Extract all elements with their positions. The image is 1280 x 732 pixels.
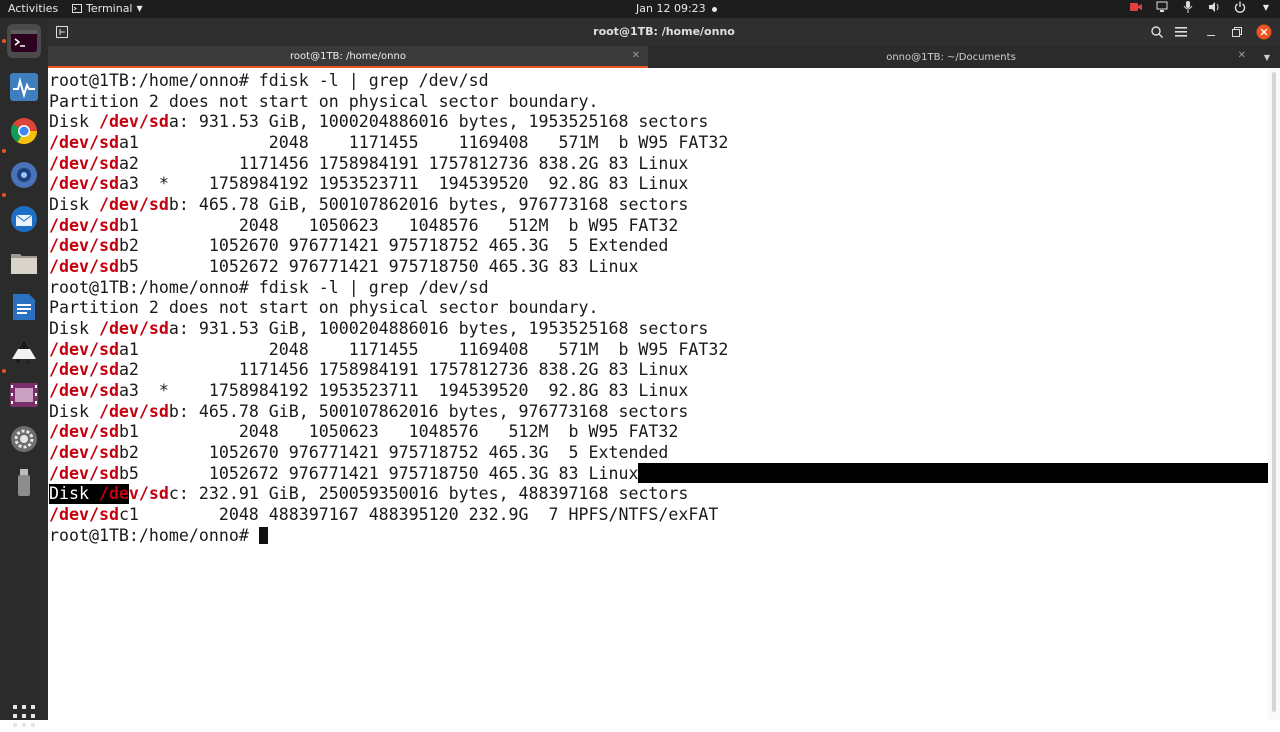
film-recorder-icon (10, 383, 38, 407)
close-icon (1256, 24, 1272, 40)
terminal-line: /dev/sda2 1171456 1758984191 1757812736 … (49, 154, 689, 173)
top-bar: Activities Terminal ▼ Jan 12 09:23 ▼ (0, 0, 1280, 18)
text-cursor (258, 527, 268, 544)
terminal-line: Disk /dev/sda: 931.53 GiB, 1000204886016… (49, 319, 709, 338)
dock-settings[interactable] (7, 422, 41, 456)
dock-libreoffice-writer[interactable] (7, 290, 41, 324)
tab-bar: root@1TB: /home/onno ✕ onno@1TB: ~/Docum… (48, 46, 1280, 68)
terminal-line: Disk /dev/sdb: 465.78 GiB, 500107862016 … (49, 402, 689, 421)
terminal-scrollbar[interactable] (1268, 68, 1280, 720)
clock[interactable]: Jan 12 09:23 (636, 2, 717, 15)
notification-dot-icon (711, 6, 717, 12)
show-applications-button[interactable] (12, 704, 36, 728)
dock-thunderbird[interactable] (7, 202, 41, 236)
terminal-line: Partition 2 does not start on physical s… (49, 298, 599, 317)
clock-label: Jan 12 09:23 (636, 2, 706, 15)
terminal-line: /dev/sdc1 2048 488397167 488395120 232.9… (49, 505, 719, 524)
tab-label: root@1TB: /home/onno (290, 50, 406, 62)
dock-inkscape[interactable] (7, 334, 41, 368)
screen-recorder-icon[interactable] (1130, 1, 1142, 13)
tab-root-home-onno[interactable]: root@1TB: /home/onno ✕ (48, 46, 648, 68)
minimize-button[interactable] (1201, 22, 1221, 42)
window-headerbar: root@1TB: /home/onno (48, 18, 1280, 46)
thunderbird-icon (11, 206, 37, 232)
terminal-line: /dev/sdb5 1052672 976771421 975718750 46… (49, 257, 639, 276)
tab-label: onno@1TB: ~/Documents (886, 51, 1016, 63)
tab-onno-documents[interactable]: onno@1TB: ~/Documents ✕ (648, 46, 1254, 68)
dock (0, 18, 48, 727)
maximize-button[interactable] (1227, 22, 1247, 42)
app-menu[interactable]: Terminal ▼ (72, 2, 143, 15)
network-icon[interactable] (1156, 1, 1168, 13)
dock-files[interactable] (7, 246, 41, 280)
terminal-line: Disk /dev/sda: 931.53 GiB, 1000204886016… (49, 112, 709, 131)
menu-button[interactable] (1171, 22, 1191, 42)
dock-screen-recorder[interactable] (7, 378, 41, 412)
terminal-line: Partition 2 does not start on physical s… (49, 92, 599, 111)
window-title: root@1TB: /home/onno (593, 25, 735, 38)
terminal-small-icon (72, 4, 82, 13)
apps-grid-icon (13, 705, 35, 727)
running-indicator-icon (2, 149, 6, 153)
terminal-line: /dev/sda2 1171456 1758984191 1757812736 … (49, 360, 689, 379)
usb-drive-icon (18, 469, 30, 496)
cheese-webcam-icon (11, 162, 37, 188)
search-icon (1151, 26, 1163, 38)
terminal-line: root@1TB:/home/onno# fdisk -l | grep /de… (49, 278, 489, 297)
terminal-line: /dev/sda3 * 1758984192 1953523711 194539… (49, 174, 689, 193)
terminal-line: /dev/sdb5 1052672 976771421 975718750 46… (49, 464, 639, 483)
chevron-down-icon: ▼ (136, 4, 143, 13)
terminal-line: /dev/sdb2 1052670 976771421 975718752 46… (49, 443, 669, 462)
dock-cheese[interactable] (7, 158, 41, 192)
terminal-line: root@1TB:/home/onno# fdisk -l | grep /de… (49, 71, 489, 90)
volume-icon[interactable] (1208, 1, 1220, 13)
system-menu-chevron-icon[interactable]: ▼ (1260, 1, 1272, 13)
terminal-line: /dev/sdb1 2048 1050623 1048576 512M b W9… (49, 422, 679, 441)
terminal-line: /dev/sdb1 2048 1050623 1048576 512M b W9… (49, 216, 679, 235)
terminal-line: Disk /dev/sdc: 232.91 GiB, 250059350016 … (49, 484, 689, 503)
terminal-line: /dev/sda3 * 1758984192 1953523711 194539… (49, 381, 689, 400)
scrollbar-thumb[interactable] (1272, 72, 1276, 712)
dock-usb-drive[interactable] (7, 466, 41, 500)
terminal-output[interactable]: root@1TB:/home/onno# fdisk -l | grep /de… (48, 68, 1268, 720)
tab-close-icon[interactable]: ✕ (1238, 50, 1246, 61)
restore-icon (1232, 27, 1242, 37)
chevron-down-icon: ▼ (1263, 52, 1271, 62)
terminal-line: /dev/sdb2 1052670 976771421 975718752 46… (49, 236, 669, 255)
system-monitor-icon (10, 73, 38, 101)
dock-terminal[interactable] (7, 24, 41, 58)
tab-close-icon[interactable]: ✕ (632, 50, 640, 61)
dock-chrome[interactable] (7, 114, 41, 148)
running-indicator-icon (2, 39, 6, 43)
settings-gear-icon (11, 426, 37, 452)
terminal-line: /dev/sda1 2048 1171455 1169408 571M b W9… (49, 340, 729, 359)
running-indicator-icon (2, 193, 6, 197)
terminal-line: Disk /dev/sdb: 465.78 GiB, 500107862016 … (49, 195, 689, 214)
files-icon (11, 254, 37, 274)
inkscape-icon (12, 339, 36, 364)
running-indicator-icon (2, 369, 6, 373)
microphone-icon[interactable] (1182, 1, 1194, 13)
search-button[interactable] (1147, 22, 1167, 42)
dock-system-monitor[interactable] (7, 70, 41, 104)
system-tray[interactable]: ▼ (1130, 1, 1272, 13)
chrome-icon (10, 118, 38, 145)
minimize-icon (1207, 34, 1215, 36)
activities-button[interactable]: Activities (8, 2, 58, 15)
power-icon[interactable] (1234, 1, 1246, 13)
app-menu-label: Terminal (86, 2, 133, 15)
terminal-prompt-line: root@1TB:/home/onno# (49, 526, 268, 546)
terminal-line: /dev/sda1 2048 1171455 1169408 571M b W9… (49, 133, 729, 152)
hamburger-menu-icon (1175, 27, 1187, 37)
terminal-icon (11, 30, 37, 52)
selection-highlight (638, 463, 1268, 483)
tab-list-dropdown[interactable]: ▼ (1254, 46, 1280, 68)
close-button[interactable] (1254, 22, 1274, 42)
writer-icon (13, 294, 35, 320)
